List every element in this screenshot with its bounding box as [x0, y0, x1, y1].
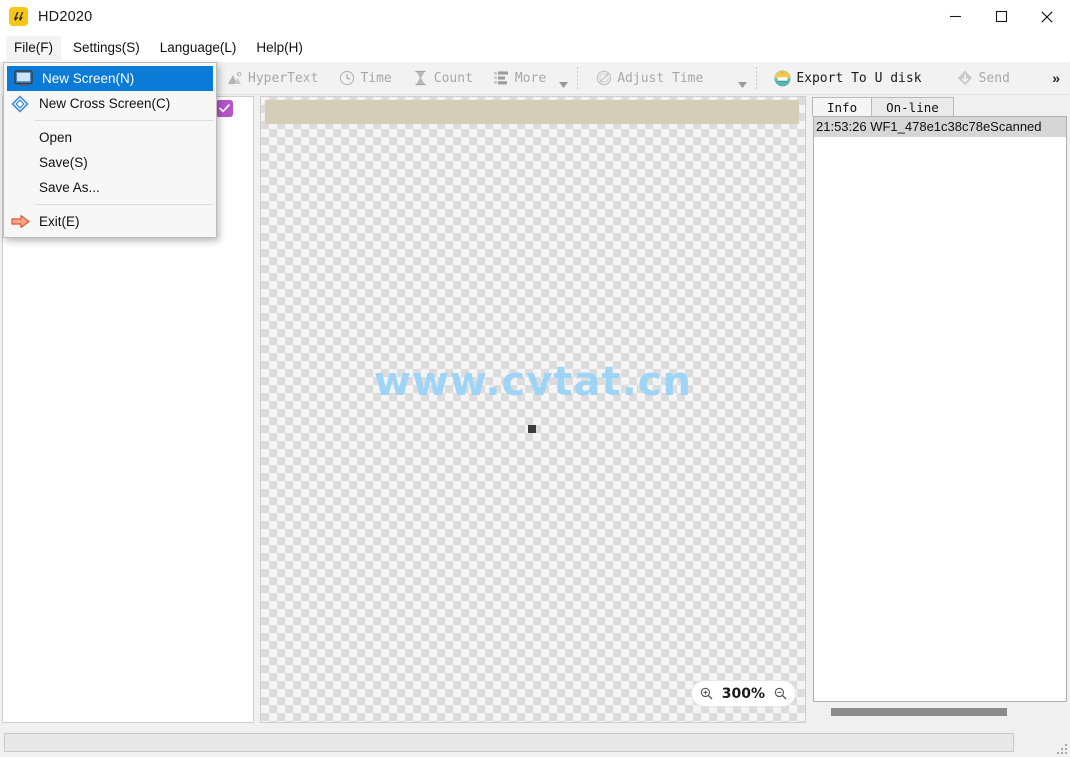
- usb-export-icon: [774, 70, 791, 87]
- send-diamond-icon: [957, 70, 974, 87]
- menu-option-label-exit: Exit(E): [39, 214, 80, 229]
- hypertext-icon: [226, 70, 243, 87]
- menu-option-label-open: Open: [39, 130, 73, 145]
- toolbar-label-adjust-time: Adjust Time: [617, 70, 704, 86]
- menu-option-save-as[interactable]: Save As...: [4, 175, 216, 200]
- info-panel: Info On-line 21:53:26 WF1_478e1c38c78eSc…: [812, 96, 1068, 723]
- tab-on-line[interactable]: On-line: [871, 97, 954, 116]
- info-list-horizontal-scrollbar[interactable]: [813, 704, 1067, 720]
- menu-option-label-new-cross-screen: New Cross Screen(C): [39, 96, 171, 111]
- hourglass-icon: [412, 70, 429, 87]
- zoom-control: 300%: [691, 681, 795, 706]
- status-bar: [4, 733, 1014, 752]
- menu-option-new-cross-screen[interactable]: New Cross Screen(C): [4, 91, 216, 116]
- toolbar-separator-2: [756, 66, 758, 90]
- menu-item-language[interactable]: Language(L): [152, 36, 245, 60]
- title-bar: HD2020: [0, 0, 1070, 33]
- zoom-out-icon[interactable]: [773, 687, 787, 701]
- clock-icon: [338, 70, 355, 87]
- resize-grip-icon[interactable]: [1055, 742, 1067, 754]
- menu-bar: File(F) Settings(S) Language(L) Help(H): [0, 33, 1070, 62]
- hd2020-app-icon: [9, 7, 28, 26]
- menu-option-exit[interactable]: Exit(E): [4, 209, 216, 234]
- exit-arrow-icon: [10, 212, 30, 232]
- toolbar-label-send: Send: [978, 70, 1010, 86]
- menu-option-label-save-as: Save As...: [39, 180, 100, 195]
- toolbar-button-hypertext[interactable]: HyperText: [216, 64, 328, 93]
- toolbar-separator-1: [577, 66, 579, 90]
- tab-info[interactable]: Info: [812, 97, 873, 116]
- toolbar-label-more: More: [514, 70, 547, 86]
- screen-enable-checkbox[interactable]: [216, 100, 233, 117]
- list-icon: [493, 70, 510, 87]
- toolbar-overflow-button[interactable]: »: [1042, 70, 1070, 86]
- toolbar-label-export-to-u-disk: Export To U disk: [796, 70, 922, 86]
- canvas-transparency-checker: [261, 97, 805, 722]
- info-list-scroll-thumb[interactable]: [831, 708, 1007, 716]
- menu-option-label-save: Save(S): [39, 155, 88, 170]
- menu-item-settings[interactable]: Settings(S): [65, 36, 148, 60]
- menu-option-save[interactable]: Save(S): [4, 150, 216, 175]
- minimize-icon[interactable]: [932, 0, 978, 33]
- toolbar-label-hypertext: HyperText: [248, 70, 319, 86]
- monitor-icon: [13, 69, 33, 89]
- canvas-program-area[interactable]: [265, 100, 799, 124]
- window-controls: [932, 0, 1070, 33]
- left-splitter[interactable]: [254, 96, 258, 723]
- toolbar-button-export-to-u-disk[interactable]: Export To U disk: [764, 64, 931, 93]
- canvas-content-marker[interactable]: [528, 425, 536, 433]
- info-log-list[interactable]: 21:53:26 WF1_478e1c38c78eScanned: [813, 116, 1067, 702]
- zoom-in-icon[interactable]: [700, 687, 714, 701]
- toolbar-label-count: Count: [433, 70, 473, 86]
- info-panel-tabstrip: Info On-line: [812, 96, 1068, 116]
- menu-option-new-screen[interactable]: New Screen(N): [7, 66, 213, 91]
- toolbar-button-count[interactable]: Count: [402, 64, 483, 93]
- list-item[interactable]: 21:53:26 WF1_478e1c38c78eScanned: [814, 117, 1066, 137]
- menu-item-help[interactable]: Help(H): [248, 36, 311, 60]
- menu-item-file[interactable]: File(F): [6, 35, 61, 60]
- diamond-icon: [10, 94, 30, 114]
- toolbar-button-more[interactable]: More: [483, 64, 556, 93]
- file-menu-separator-2: [35, 204, 213, 205]
- more-dropdown-chevron-down-icon[interactable]: [556, 64, 570, 93]
- toolbar-button-send[interactable]: Send: [947, 64, 1020, 93]
- screen-canvas[interactable]: www.cvtat.cn 300%: [260, 96, 806, 723]
- adjust-time-icon: [595, 70, 612, 87]
- canvas-watermark: www.cvtat.cn: [374, 359, 692, 405]
- toolbar-label-time: Time: [360, 70, 392, 86]
- menu-option-open[interactable]: Open: [4, 125, 216, 150]
- file-menu-separator-1: [35, 120, 213, 121]
- menu-option-label-new-screen: New Screen(N): [42, 71, 135, 86]
- maximize-icon[interactable]: [978, 0, 1024, 33]
- toolbar-button-adjust-time[interactable]: Adjust Time: [585, 64, 713, 93]
- file-menu-dropdown: New Screen(N) New Cross Screen(C) Open S…: [3, 62, 217, 238]
- app-window: HD2020 File(F) Settings(S) Language(L) H…: [0, 0, 1070, 757]
- toolbar-button-time[interactable]: Time: [328, 64, 401, 93]
- close-icon[interactable]: [1024, 0, 1070, 33]
- window-title: HD2020: [38, 8, 93, 25]
- adjust-time-dropdown-chevron-down-icon[interactable]: [735, 64, 749, 93]
- zoom-level-value: 300%: [721, 685, 765, 702]
